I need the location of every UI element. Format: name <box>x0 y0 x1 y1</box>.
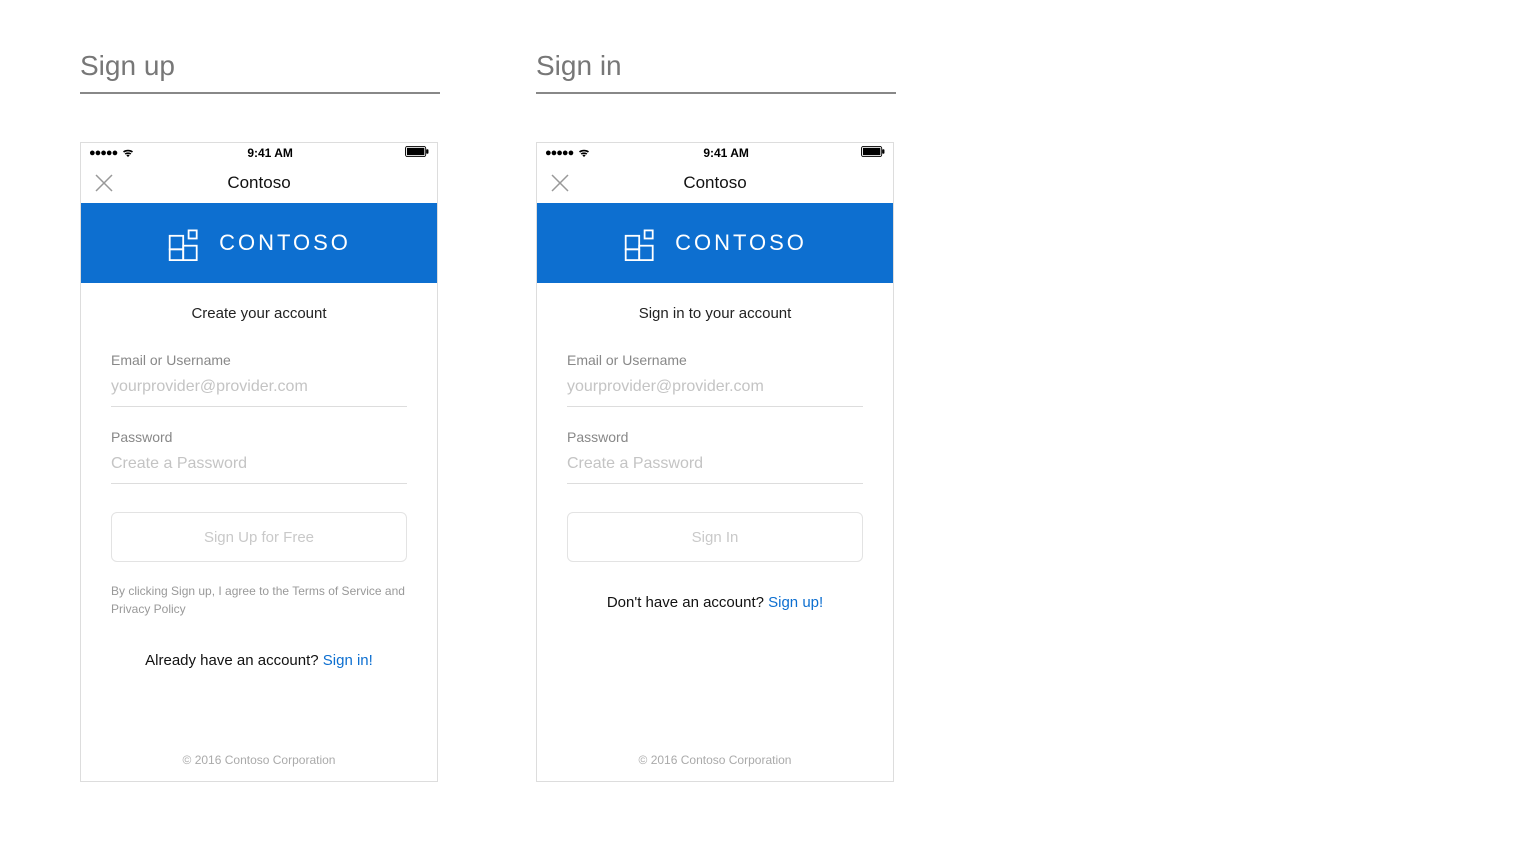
status-bar: ●●●●● 9:41 AM <box>81 143 437 163</box>
phone-mock-signup: ●●●●● 9:41 AM <box>80 142 438 782</box>
brand-banner: CONTOSO <box>81 203 437 283</box>
switch-prompt: Already have an account? Sign in! <box>111 652 407 669</box>
password-field[interactable] <box>111 449 407 484</box>
password-label: Password <box>567 429 863 445</box>
brand-logo-icon <box>167 225 203 261</box>
signup-button[interactable]: Sign Up for Free <box>111 512 407 562</box>
signin-link[interactable]: Sign in! <box>323 652 373 669</box>
status-bar: ●●●●● 9:41 AM <box>537 143 893 163</box>
status-time: 9:41 AM <box>247 146 293 160</box>
legal-text: By clicking Sign up, I agree to the Term… <box>111 582 407 618</box>
email-label: Email or Username <box>567 352 863 368</box>
battery-icon <box>405 146 429 157</box>
password-label: Password <box>111 429 407 445</box>
signup-link[interactable]: Sign up! <box>768 594 823 611</box>
brand-name: CONTOSO <box>675 230 807 256</box>
switch-prompt: Don't have an account? Sign up! <box>567 594 863 611</box>
phone-mock-signin: ●●●●● 9:41 AM <box>536 142 894 782</box>
close-icon[interactable] <box>551 174 569 192</box>
email-field[interactable] <box>111 372 407 407</box>
brand-name: CONTOSO <box>219 230 351 256</box>
signal-dots-icon: ●●●●● <box>89 147 117 159</box>
footer-copyright: © 2016 Contoso Corporation <box>81 739 437 781</box>
wifi-icon <box>577 148 591 158</box>
password-field[interactable] <box>567 449 863 484</box>
nav-title: Contoso <box>683 173 746 193</box>
switch-prompt-text: Already have an account? <box>145 652 323 669</box>
signin-button[interactable]: Sign In <box>567 512 863 562</box>
nav-title: Contoso <box>227 173 290 193</box>
wifi-icon <box>121 148 135 158</box>
battery-icon <box>861 146 885 157</box>
brand-banner: CONTOSO <box>537 203 893 283</box>
page-subtitle: Create your account <box>111 305 407 322</box>
signal-dots-icon: ●●●●● <box>545 147 573 159</box>
section-title-signin: Sign in <box>536 50 896 94</box>
switch-prompt-text: Don't have an account? <box>607 594 768 611</box>
status-time: 9:41 AM <box>703 146 749 160</box>
close-icon[interactable] <box>95 174 113 192</box>
email-label: Email or Username <box>111 352 407 368</box>
page-subtitle: Sign in to your account <box>567 305 863 322</box>
email-field[interactable] <box>567 372 863 407</box>
nav-bar: Contoso <box>537 163 893 203</box>
nav-bar: Contoso <box>81 163 437 203</box>
brand-logo-icon <box>623 225 659 261</box>
footer-copyright: © 2016 Contoso Corporation <box>537 739 893 781</box>
section-title-signup: Sign up <box>80 50 440 94</box>
